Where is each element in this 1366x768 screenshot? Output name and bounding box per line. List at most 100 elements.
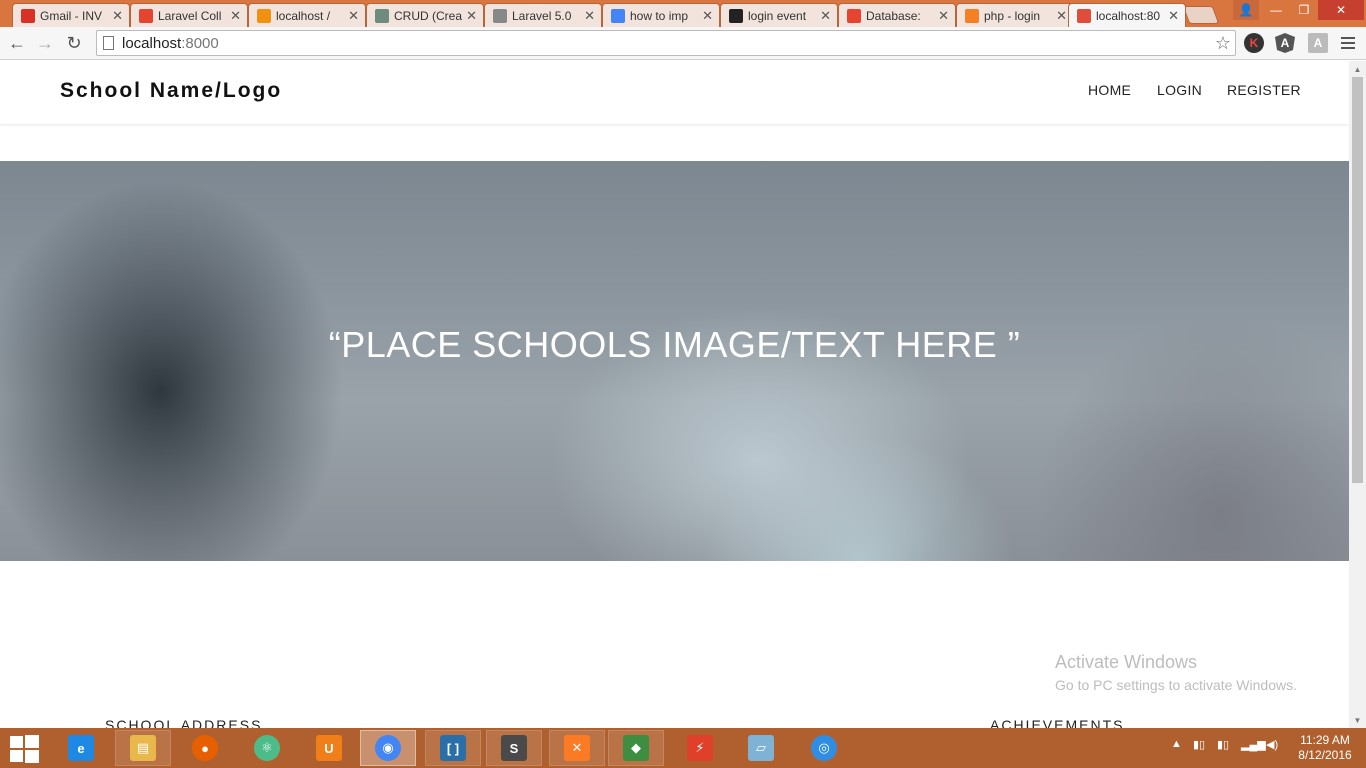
close-tab-icon[interactable]: ✕: [584, 8, 595, 24]
close-tab-icon[interactable]: ✕: [1056, 8, 1067, 24]
address-port: :8000: [181, 34, 219, 52]
minimize-button[interactable]: —: [1262, 0, 1290, 20]
page-icon: [103, 36, 114, 50]
git-gui-icon: ◆: [623, 735, 649, 761]
nav-login-link[interactable]: LOGIN: [1157, 82, 1202, 98]
scroll-up-arrow-icon[interactable]: ▲: [1349, 61, 1366, 77]
taskbar-app-button[interactable]: ●: [177, 730, 233, 766]
close-tab-icon[interactable]: ✕: [820, 8, 831, 24]
maximize-button[interactable]: ❐: [1290, 0, 1318, 20]
browser-tab[interactable]: Database: ✕: [838, 3, 956, 27]
windows-taskbar: e ▤ ● ⚛ U ◉ [ ] S ✕ ◆ ⚡ ▱ ◎ ▲ ▮▯ ▮▯ ▂▄▆ ◀) 11:29 AM …: [0, 728, 1366, 768]
browser-tab[interactable]: Laravel 5.0 ✕: [484, 3, 602, 27]
internet-explorer-icon: e: [68, 735, 94, 761]
taskbar-app-button[interactable]: ◎: [796, 730, 852, 766]
taskbar-app-button[interactable]: ▤: [115, 730, 171, 766]
clock-date: 8/12/2016: [1298, 748, 1352, 762]
new-tab-button[interactable]: [1182, 6, 1220, 24]
close-tab-icon[interactable]: ✕: [466, 8, 477, 24]
close-tab-icon[interactable]: ✕: [702, 8, 713, 24]
browser-tab[interactable]: php - login ✕: [956, 3, 1074, 27]
volume-icon[interactable]: ◀): [1266, 738, 1278, 751]
laravel-icon: [847, 8, 861, 23]
browser-tab-title: Laravel Coll: [158, 8, 222, 23]
github-icon: [729, 8, 743, 23]
taskbar-app-button[interactable]: S: [486, 730, 542, 766]
browser-tab-title: Laravel 5.0: [512, 8, 572, 23]
browser-tab[interactable]: how to imp ✕: [602, 3, 720, 27]
close-tab-icon[interactable]: ✕: [112, 8, 123, 24]
nav-register-link[interactable]: REGISTER: [1227, 82, 1301, 98]
taskbar-app-button[interactable]: ✕: [549, 730, 605, 766]
taskbar-app-button[interactable]: [ ]: [425, 730, 481, 766]
page-scrollbar[interactable]: ▲ ▼: [1349, 61, 1366, 728]
tab-strip: Gmail - INV ✕ Laravel Coll ✕ localhost / ✕ CRU…: [0, 0, 1366, 27]
close-tab-icon[interactable]: ✕: [348, 8, 359, 24]
close-window-button[interactable]: ✕: [1318, 0, 1364, 20]
browser-tab[interactable]: login event ✕: [720, 3, 838, 27]
site-navbar: School Name/Logo HOME LOGIN REGISTER: [0, 61, 1349, 125]
browser-tab-title: Gmail - INV: [40, 8, 103, 23]
chrome-icon: ◉: [375, 735, 401, 761]
site-brand[interactable]: School Name/Logo: [60, 79, 282, 103]
address-bar[interactable]: localhost:8000 ☆: [96, 30, 1236, 56]
app-triangle-icon: [1077, 8, 1091, 23]
browser-tab-title: how to imp: [630, 8, 689, 23]
browser-tab[interactable]: Gmail - INV ✕: [12, 3, 130, 27]
sublime-text-icon: S: [501, 735, 527, 761]
hero-text: “PLACE SCHOOLS IMAGE/TEXT HERE ”: [328, 324, 1021, 365]
taskbar-app-button[interactable]: ◉: [360, 730, 416, 766]
firefox-icon: ●: [192, 735, 218, 761]
achievements-heading: ACHIEVEMENTS: [990, 717, 1125, 728]
scroll-down-arrow-icon[interactable]: ▼: [1349, 712, 1366, 728]
activate-windows-title: Activate Windows: [1055, 652, 1198, 672]
chrome-menu-icon[interactable]: [1338, 33, 1358, 53]
extension-k-icon[interactable]: K: [1244, 33, 1264, 53]
close-tab-icon[interactable]: ✕: [1168, 8, 1179, 24]
taskbar-app-button[interactable]: ◆: [608, 730, 664, 766]
user-profile-icon[interactable]: 👤: [1233, 0, 1259, 20]
extension-a-icon[interactable]: A: [1308, 33, 1328, 53]
filezilla-icon: ⚡: [687, 735, 713, 761]
taskbar-app-button[interactable]: e: [53, 730, 109, 766]
taskbar-app-button[interactable]: ⚛: [239, 730, 295, 766]
code-icon: [375, 8, 389, 23]
reload-button[interactable]: ↻: [63, 32, 85, 54]
nav-home-link[interactable]: HOME: [1088, 82, 1131, 98]
browser-tab[interactable]: localhost:80 ✕: [1068, 3, 1186, 27]
stackoverflow-icon: [965, 8, 979, 23]
forward-button[interactable]: →: [34, 32, 56, 54]
notepad-icon: ▱: [748, 735, 774, 761]
back-button[interactable]: ←: [6, 32, 28, 54]
laravel-icon: [139, 8, 153, 23]
taskbar-app-button[interactable]: ⚡: [672, 730, 728, 766]
atom-icon: ⚛: [254, 735, 280, 761]
close-tab-icon[interactable]: ✕: [230, 8, 241, 24]
browser-tab-title: login event: [748, 8, 807, 23]
activate-windows-subtitle: Go to PC settings to activate Windows.: [1055, 677, 1297, 693]
system-clock[interactable]: 11:29 AM 8/12/2016: [1294, 733, 1356, 763]
taskbar-app-button[interactable]: U: [301, 730, 357, 766]
school-address-heading: SCHOOL ADDRESS: [105, 717, 263, 728]
scrollbar-thumb[interactable]: [1352, 77, 1363, 483]
bookmark-star-icon[interactable]: ☆: [1215, 33, 1231, 54]
browser-tab-title: php - login: [984, 8, 1041, 23]
browser-toolbar: ← → ↻ localhost:8000 ☆ K A A: [0, 27, 1366, 60]
battery-icon[interactable]: ▮▯: [1217, 738, 1229, 751]
browser-tab[interactable]: localhost / ✕: [248, 3, 366, 27]
browser-tab[interactable]: CRUD (Crea ✕: [366, 3, 484, 27]
phpmyadmin-icon: [257, 8, 271, 23]
tray-expand-icon[interactable]: ▲: [1171, 738, 1182, 750]
document-icon: [493, 8, 507, 23]
google-icon: [611, 8, 625, 23]
file-explorer-icon: ▤: [130, 735, 156, 761]
windows-start-icon[interactable]: [10, 735, 39, 763]
browser-tab[interactable]: Laravel Coll ✕: [130, 3, 248, 27]
taskbar-app-button[interactable]: ▱: [733, 730, 789, 766]
action-center-icon[interactable]: ▮▯: [1193, 738, 1205, 751]
angular-extension-icon[interactable]: A: [1275, 33, 1295, 53]
close-tab-icon[interactable]: ✕: [938, 8, 949, 24]
browser-tab-title: localhost:80: [1096, 8, 1161, 23]
network-icon[interactable]: ▂▄▆: [1241, 738, 1266, 751]
uc-browser-icon: U: [316, 735, 342, 761]
